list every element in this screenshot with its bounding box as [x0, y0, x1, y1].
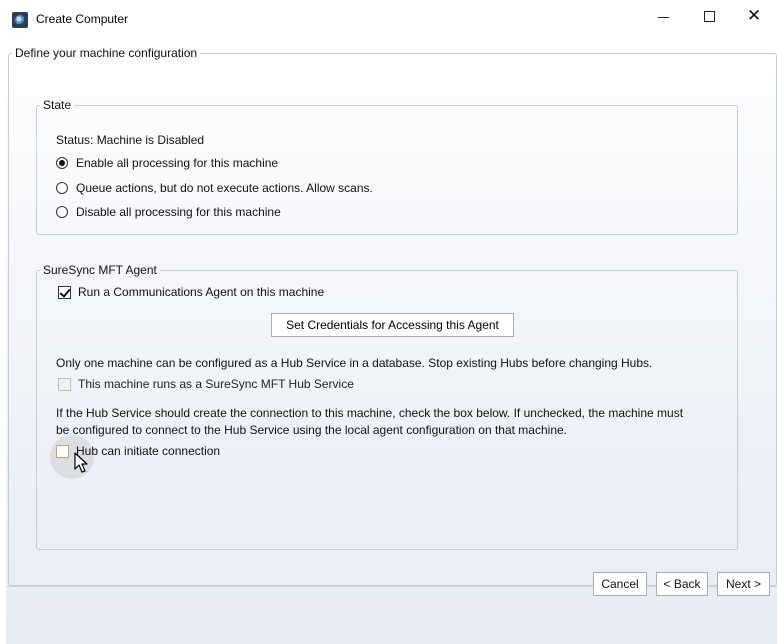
title-bar: Create Computer ✕	[0, 0, 777, 38]
hub-connect-note-line1: If the Hub Service should create the con…	[56, 406, 684, 420]
next-button[interactable]: Next >	[717, 572, 770, 596]
machine-config-legend: Define your machine configuration	[15, 46, 198, 60]
maximize-button[interactable]	[686, 0, 732, 32]
maximize-icon	[703, 10, 715, 22]
back-button[interactable]: < Back	[656, 572, 708, 596]
app-logo-icon	[12, 12, 28, 28]
run-agent-label: Run a Communications Agent on this machi…	[78, 285, 325, 299]
hub-initiate-label: Hub can initiate connection	[76, 444, 221, 458]
hub-service-checkbox-row[interactable]: This machine runs as a SureSync MFT Hub …	[58, 377, 354, 391]
hub-service-label: This machine runs as a SureSync MFT Hub …	[78, 377, 354, 391]
radio-enable-label: Enable all processing for this machine	[76, 156, 279, 170]
radio-disable-processing[interactable]: Disable all processing for this machine	[56, 205, 281, 219]
radio-unselected-icon[interactable]	[56, 182, 68, 194]
run-agent-checkbox[interactable]	[58, 285, 71, 299]
hub-connect-note-line2: be configured to connect to the Hub Serv…	[56, 423, 567, 437]
hub-note-text: Only one machine can be configured as a …	[56, 356, 653, 370]
cancel-button[interactable]: Cancel	[593, 572, 647, 596]
run-agent-checkbox-row[interactable]: Run a Communications Agent on this machi…	[58, 285, 324, 299]
minimize-icon	[657, 16, 669, 18]
mouse-pointer-icon	[74, 452, 88, 473]
mft-agent-legend: SureSync MFT Agent	[43, 263, 157, 277]
hub-initiate-checkbox[interactable]	[56, 444, 69, 458]
radio-queue-label: Queue actions, but do not execute action…	[76, 181, 373, 195]
radio-disable-label: Disable all processing for this machine	[76, 205, 281, 219]
radio-selected-icon[interactable]	[56, 157, 68, 169]
window-title: Create Computer	[36, 12, 129, 26]
minimize-button[interactable]	[640, 0, 686, 32]
hub-service-checkbox[interactable]	[58, 377, 71, 391]
set-credentials-button[interactable]: Set Credentials for Accessing this Agent	[271, 313, 514, 337]
close-button[interactable]: ✕	[731, 0, 777, 32]
state-legend: State	[43, 98, 72, 112]
radio-unselected-icon[interactable]	[56, 206, 68, 218]
close-icon: ✕	[746, 5, 762, 26]
radio-queue-actions[interactable]: Queue actions, but do not execute action…	[56, 181, 373, 195]
dialog-client: Define your machine configuration State …	[6, 38, 777, 644]
radio-enable-processing[interactable]: Enable all processing for this machine	[56, 156, 278, 170]
create-computer-window: Create Computer ✕ Define your machine co…	[0, 0, 777, 644]
status-text: Status: Machine is Disabled	[56, 133, 205, 147]
